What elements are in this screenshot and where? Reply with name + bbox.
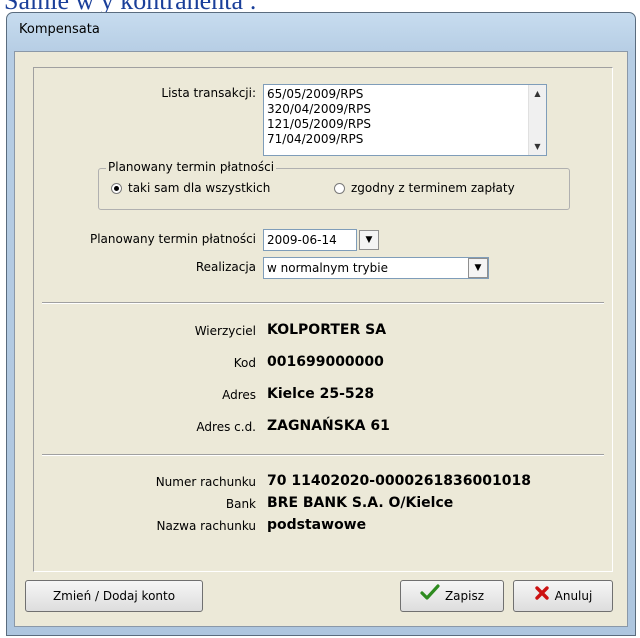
code-label: Kod	[233, 356, 256, 370]
creditor-address2: ZAGNAŃSKA 61	[267, 418, 390, 434]
main-panel: Lista transakcji: 65/05/2009/RPS 320/04/…	[33, 67, 613, 572]
address2-label: Adres c.d.	[196, 420, 256, 434]
list-scrollbar[interactable]: ▲ ▼	[528, 85, 546, 155]
creditor-label: Wierzyciel	[194, 324, 256, 338]
title-bar[interactable]: Kompensata	[7, 13, 635, 51]
radio-selected-icon[interactable]	[111, 183, 122, 194]
checkmark-icon	[420, 582, 440, 612]
creditor-code: 001699000000	[267, 354, 384, 370]
payment-term-legend: Planowany termin płatności	[106, 160, 277, 174]
address-label: Adres	[222, 388, 256, 402]
divider	[42, 302, 604, 304]
radio-same-for-all[interactable]: taki sam dla wszystkich	[111, 181, 270, 195]
payment-term-group: Planowany termin płatności taki sam dla …	[98, 160, 570, 210]
window-title: Kompensata	[19, 22, 100, 37]
transactions-label: Lista transakcji:	[161, 86, 256, 100]
list-item[interactable]: 71/04/2009/RPS	[267, 132, 363, 147]
due-date-label: Planowany termin płatności	[89, 232, 256, 246]
account-name-label: Nazwa rachunku	[156, 519, 257, 533]
transactions-listbox[interactable]: 65/05/2009/RPS 320/04/2009/RPS 121/05/20…	[263, 84, 547, 156]
save-button[interactable]: Zapisz	[400, 580, 504, 612]
change-account-label: Zmień / Dodaj konto	[52, 589, 176, 603]
list-item[interactable]: 65/05/2009/RPS	[267, 87, 363, 102]
radio-match-payment-date[interactable]: zgodny z terminem zapłaty	[334, 181, 515, 195]
compensation-dialog: Kompensata Lista transakcji: 65/05/2009/…	[6, 12, 636, 636]
due-date-dropdown-icon[interactable]: ▼	[359, 230, 379, 250]
cancel-label: Anuluj	[554, 589, 593, 603]
dialog-client-area: Lista transakcji: 65/05/2009/RPS 320/04/…	[14, 51, 628, 627]
account-number-label: Numer rachunku	[155, 475, 256, 489]
list-item[interactable]: 320/04/2009/RPS	[267, 102, 371, 117]
radio-same-label: taki sam dla wszystkich	[128, 181, 271, 195]
account-number: 70 11402020-0000261836001018	[267, 473, 531, 489]
realization-select[interactable]: w normalnym trybie	[263, 257, 489, 279]
cross-icon	[534, 582, 550, 612]
radio-unselected-icon[interactable]	[334, 183, 345, 194]
realization-label: Realizacja	[195, 260, 256, 274]
change-account-button[interactable]: Zmień / Dodaj konto	[25, 580, 203, 612]
due-date-field[interactable]: 2009-06-14	[263, 229, 357, 251]
realization-dropdown-icon[interactable]: ▼	[468, 258, 488, 278]
bank-name: BRE BANK S.A. O/Kielce	[267, 495, 454, 511]
creditor-address: Kielce 25-528	[267, 386, 375, 402]
scroll-down-icon[interactable]: ▼	[529, 138, 546, 155]
divider	[42, 454, 604, 456]
scroll-up-icon[interactable]: ▲	[529, 85, 546, 102]
radio-match-label: zgodny z terminem zapłaty	[351, 181, 515, 195]
list-item[interactable]: 121/05/2009/RPS	[267, 117, 371, 132]
account-name: podstawowe	[267, 517, 367, 533]
bank-label: Bank	[225, 497, 256, 511]
creditor-name: KOLPORTER SA	[267, 322, 387, 338]
save-label: Zapisz	[444, 589, 485, 603]
cancel-button[interactable]: Anuluj	[513, 580, 613, 612]
